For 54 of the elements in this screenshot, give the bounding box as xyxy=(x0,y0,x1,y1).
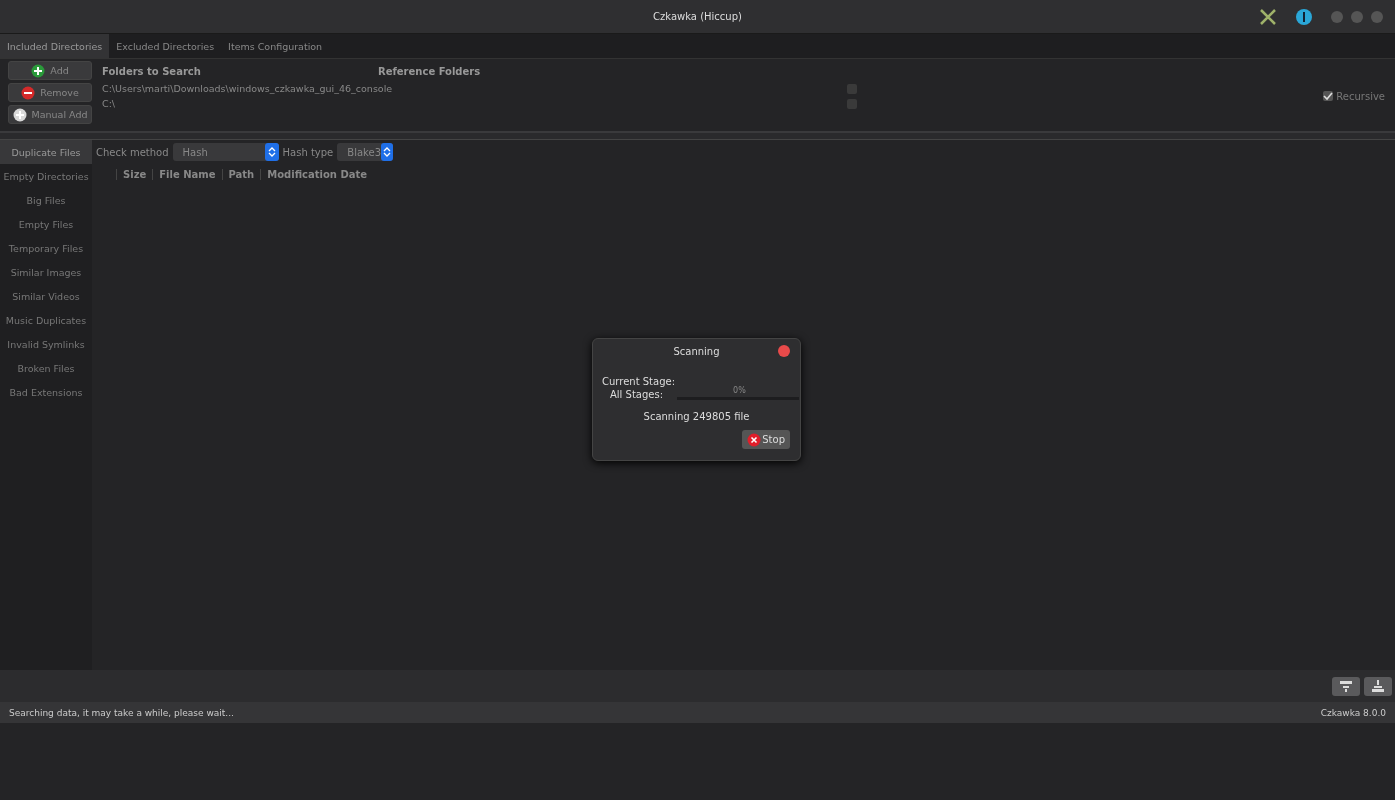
dropdown[interactable]: Hash xyxy=(172,143,279,161)
column-header[interactable]: File Name xyxy=(152,168,222,180)
checkbox-label: Recursive xyxy=(1336,91,1385,102)
info-icon[interactable] xyxy=(1295,8,1313,26)
splitter-handle[interactable] xyxy=(0,131,1395,140)
column-header[interactable]: Modification Date xyxy=(260,168,374,180)
remove-button[interactable]: Remove xyxy=(8,83,92,102)
recursive-checkbox[interactable] xyxy=(1323,91,1334,101)
minus-icon xyxy=(21,85,36,100)
scan-message: Scanning 249805 file xyxy=(642,411,751,422)
sidebar-item[interactable]: Temporary Files xyxy=(0,236,92,260)
tools-icon[interactable] xyxy=(1259,8,1277,26)
sidebar-item[interactable]: Invalid Symlinks xyxy=(0,332,92,356)
add-button[interactable]: Add xyxy=(8,61,92,80)
stage-label: Current Stage: xyxy=(601,375,676,387)
status-message: Searching data, it may take a while, please wait... xyxy=(9,707,234,718)
sidebar-item[interactable]: Music Duplicates xyxy=(0,308,92,332)
plus-icon xyxy=(12,107,27,122)
column-header[interactable]: Size xyxy=(116,168,153,180)
sidebar-item[interactable]: Duplicate Files xyxy=(0,140,92,164)
sidebar-item[interactable]: Similar Images xyxy=(0,260,92,284)
tab[interactable]: Items Configuration xyxy=(221,34,330,58)
sidebar-item[interactable]: Bad Extensions xyxy=(0,380,92,404)
tab[interactable]: Excluded Directories xyxy=(109,34,222,58)
filter-icon xyxy=(1339,680,1353,692)
manual-add-button[interactable]: Manual Add xyxy=(8,105,92,124)
sidebar-item[interactable]: Empty Directories xyxy=(0,164,92,188)
sidebar-item[interactable]: Empty Files xyxy=(0,212,92,236)
filter-button[interactable] xyxy=(1332,676,1360,696)
folder-path[interactable]: C:\Users\marti\Downloads\windows_czkawka_gui_46_console xyxy=(102,83,393,94)
version-label: Czkawka 8.0.0 xyxy=(1320,707,1386,718)
stop-button[interactable]: Stop xyxy=(742,430,790,449)
column-header: Folders to Search xyxy=(102,65,202,77)
progress-reading: 0% xyxy=(733,386,746,395)
dialog-title: Scanning xyxy=(673,345,720,357)
close-button[interactable] xyxy=(778,345,790,357)
option-label: Check method xyxy=(96,146,169,158)
column-header[interactable]: Path xyxy=(221,168,261,180)
close-icon xyxy=(747,432,762,447)
column-header: Reference Folders xyxy=(378,65,481,77)
sidebar-item[interactable]: Broken Files xyxy=(0,356,92,380)
tab[interactable]: Included Directories xyxy=(0,34,110,58)
download-icon xyxy=(1371,680,1385,692)
option-label: Hash type xyxy=(282,146,334,158)
sidebar-item[interactable]: Similar Videos xyxy=(0,284,92,308)
window-title: Czkawka (Hiccup) xyxy=(653,11,742,22)
sidebar-item[interactable]: Big Files xyxy=(0,188,92,212)
plus-icon xyxy=(31,63,46,78)
stage-label: All Stages: xyxy=(610,388,664,400)
spinner-icon[interactable] xyxy=(381,143,394,161)
save-button[interactable] xyxy=(1364,676,1392,696)
folder-path[interactable]: C:\ xyxy=(102,98,116,109)
dropdown[interactable]: Blake3 xyxy=(337,143,394,161)
spinner-icon[interactable] xyxy=(264,143,279,161)
